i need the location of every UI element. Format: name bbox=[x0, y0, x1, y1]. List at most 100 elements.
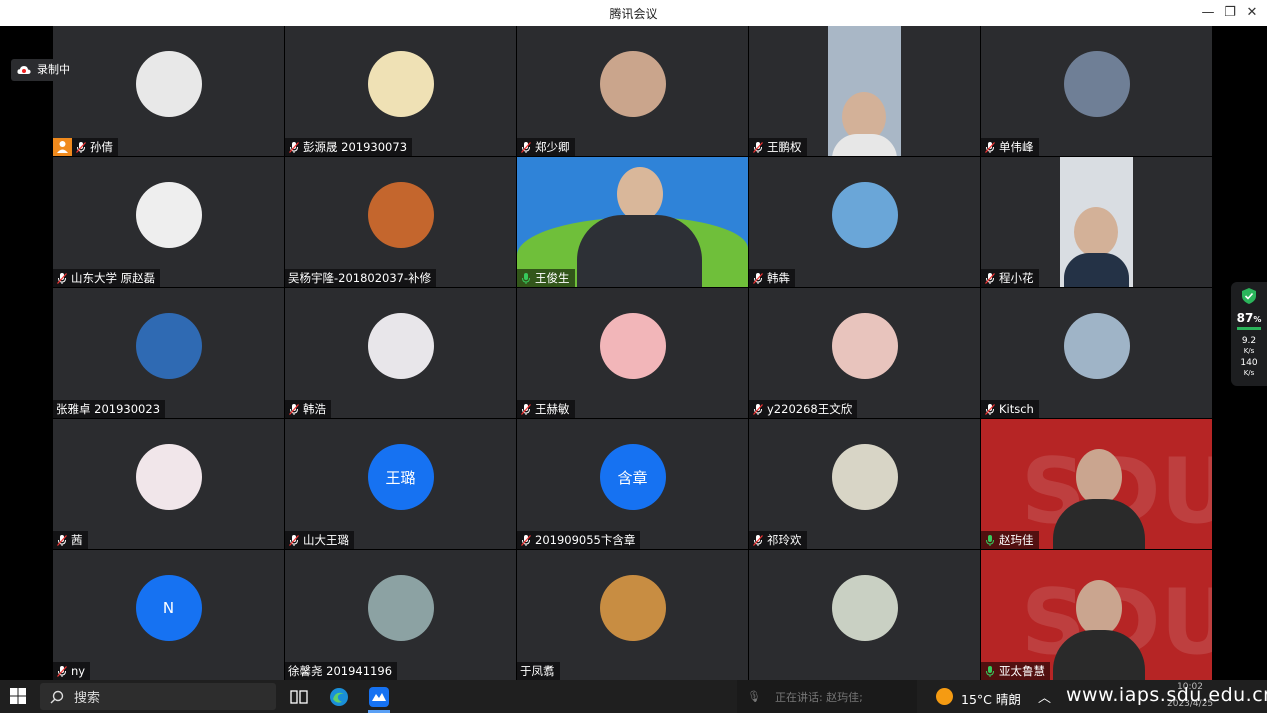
participant-tile[interactable]: 彭源晟 201930073 bbox=[285, 26, 516, 156]
task-view-icon[interactable] bbox=[288, 686, 310, 708]
participant-name-tag: 赵玙佳 bbox=[981, 531, 1039, 549]
chevron-up-icon[interactable]: ︿ bbox=[1038, 687, 1051, 706]
edge-icon[interactable] bbox=[328, 686, 350, 708]
mic-muted-icon bbox=[753, 403, 763, 415]
participant-name: 王赫敏 bbox=[535, 402, 570, 416]
participant-tile[interactable]: 王俊生 bbox=[517, 157, 748, 287]
participant-name: 茜 bbox=[71, 533, 83, 547]
participant-tile[interactable]: 于凤翥 bbox=[517, 550, 748, 680]
participant-name: 张雅卓 201930023 bbox=[56, 402, 161, 416]
participant-tile[interactable]: 茜 bbox=[53, 419, 284, 549]
restore-button[interactable]: ❐ bbox=[1219, 3, 1241, 23]
avatar-initials: 含章 bbox=[599, 444, 666, 510]
mic-muted-icon bbox=[985, 272, 995, 284]
participant-name-tag: 山东大学 原赵磊 bbox=[53, 269, 161, 287]
participant-tile[interactable]: SDU赵玙佳 bbox=[981, 419, 1212, 549]
mic-muted-icon bbox=[521, 403, 531, 415]
participant-name-tag: 祁玲欢 bbox=[749, 531, 807, 549]
participant-tile[interactable]: 张雅卓 201930023 bbox=[53, 288, 284, 418]
participant-name-tag: 王鹏权 bbox=[749, 138, 807, 156]
windows-start-icon[interactable] bbox=[10, 688, 26, 704]
cloud-record-icon bbox=[17, 66, 31, 74]
avatar bbox=[367, 182, 434, 248]
participant-tile[interactable]: Nny bbox=[53, 550, 284, 680]
participant-tile[interactable]: 单伟峰 bbox=[981, 26, 1212, 156]
participant-video bbox=[517, 157, 748, 287]
avatar bbox=[831, 444, 898, 510]
participant-tile[interactable]: 郑少卿 bbox=[517, 26, 748, 156]
tencent-meeting-icon[interactable] bbox=[368, 686, 390, 708]
mic-muted-icon bbox=[57, 272, 67, 284]
participant-tile[interactable]: 山东大学 原赵磊 bbox=[53, 157, 284, 287]
title-bar: 腾讯会议 — ❐ ✕ bbox=[0, 0, 1267, 27]
participant-name: 徐馨尧 201941196 bbox=[288, 664, 393, 678]
mic-on-icon bbox=[986, 665, 994, 677]
avatar-initials: 王璐 bbox=[367, 444, 434, 510]
participant-name-tag: 山大王璐 bbox=[285, 531, 354, 549]
participant-tile[interactable]: Kitsch bbox=[981, 288, 1212, 418]
participant-tile[interactable]: SDU亚太鲁慧 bbox=[981, 550, 1212, 680]
participant-name-tag: 王俊生 bbox=[517, 269, 575, 287]
network-widget[interactable]: 87% 9.2 K/s 140 K/s bbox=[1231, 282, 1267, 386]
avatar bbox=[599, 313, 666, 379]
mic-muted-icon bbox=[521, 141, 531, 153]
close-button[interactable]: ✕ bbox=[1241, 3, 1263, 23]
participant-tile[interactable]: 祁玲欢 bbox=[749, 419, 980, 549]
speaking-text: 正在讲话: 赵玙佳; bbox=[774, 690, 863, 704]
avatar bbox=[599, 575, 666, 641]
mic-muted-icon bbox=[76, 141, 86, 153]
battery-value: 87 bbox=[1236, 311, 1254, 325]
participant-name-tag: 程小花 bbox=[981, 269, 1039, 287]
participant-tile[interactable]: 韩犇 bbox=[749, 157, 980, 287]
avatar bbox=[367, 51, 434, 117]
participant-name: 亚太鲁慧 bbox=[999, 664, 1045, 678]
recording-indicator[interactable]: 录制中 bbox=[11, 59, 78, 81]
participant-name: y220268王文欣 bbox=[767, 402, 853, 416]
mic-on-icon bbox=[986, 534, 994, 546]
mic-muted-icon bbox=[753, 272, 763, 284]
avatar bbox=[135, 51, 202, 117]
avatar bbox=[135, 182, 202, 248]
search-icon bbox=[50, 690, 64, 703]
weather-text[interactable]: 15°C 晴朗 bbox=[961, 689, 1021, 708]
participant-name-tag: 于凤翥 bbox=[517, 662, 560, 680]
download-unit: K/s bbox=[1243, 369, 1255, 377]
participant-name-tag: ny bbox=[53, 662, 91, 680]
participant-name-tag: 单伟峰 bbox=[981, 138, 1039, 156]
participant-name-tag: 韩犇 bbox=[749, 269, 795, 287]
avatar-initials-text: 王璐 bbox=[385, 468, 416, 487]
avatar-initials-text: 含章 bbox=[617, 468, 648, 487]
meeting-stage: 孙倩 彭源晟 201930073 郑少卿 王鹏权 单伟峰山东大学 原赵磊 吴杨宇隆-201… bbox=[0, 26, 1267, 705]
mic-muted-icon bbox=[521, 534, 531, 546]
participant-tile[interactable]: 吴杨宇隆-201802037-补修 bbox=[285, 157, 516, 287]
participant-tile[interactable]: 王璐山大王璐 bbox=[285, 419, 516, 549]
participant-tile[interactable] bbox=[749, 550, 980, 680]
participant-name: 吴杨宇隆-201802037-补修 bbox=[288, 271, 432, 285]
participant-name: ny bbox=[71, 664, 86, 678]
mic-muted-icon bbox=[289, 534, 299, 546]
participant-tile[interactable]: 王鹏权 bbox=[749, 26, 980, 156]
download-rate: 140 bbox=[1240, 358, 1258, 368]
avatar bbox=[367, 313, 434, 379]
participant-name: 彭源晟 201930073 bbox=[303, 140, 408, 154]
participant-tile[interactable]: 含章 201909055卞含章 bbox=[517, 419, 748, 549]
participant-tile[interactable]: 程小花 bbox=[981, 157, 1212, 287]
taskbar-search[interactable]: 搜索 bbox=[40, 683, 276, 710]
avatar bbox=[831, 313, 898, 379]
avatar bbox=[1063, 313, 1130, 379]
participant-tile[interactable]: 王赫敏 bbox=[517, 288, 748, 418]
participant-tile[interactable]: y220268王文欣 bbox=[749, 288, 980, 418]
participant-tile[interactable]: 韩浩 bbox=[285, 288, 516, 418]
participant-tile[interactable]: 徐馨尧 201941196 bbox=[285, 550, 516, 680]
battery-bar bbox=[1237, 327, 1261, 330]
participant-name: 孙倩 bbox=[90, 140, 113, 154]
participant-name-tag: 茜 bbox=[53, 531, 88, 549]
participant-name: 程小花 bbox=[999, 271, 1034, 285]
minimize-button[interactable]: — bbox=[1197, 3, 1219, 23]
participant-tile[interactable]: 孙倩 bbox=[53, 26, 284, 156]
mic-muted-icon bbox=[289, 403, 299, 415]
host-icon bbox=[53, 138, 72, 156]
participant-name: 赵玙佳 bbox=[999, 533, 1034, 547]
participant-name: 山东大学 原赵磊 bbox=[71, 271, 156, 285]
participant-name: 祁玲欢 bbox=[767, 533, 802, 547]
